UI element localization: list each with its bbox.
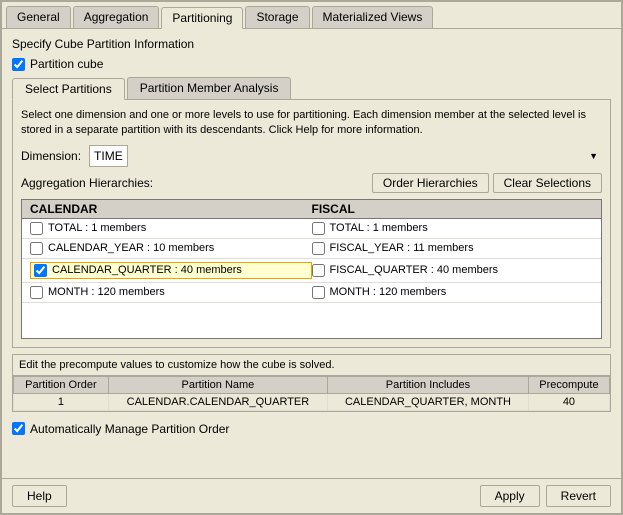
hier-cell-left-2: CALENDAR_QUARTER : 40 members <box>30 262 312 279</box>
aggregation-hierarchies-row: Aggregation Hierarchies: Order Hierarchi… <box>21 173 602 193</box>
description-text: Select one dimension and one or more lev… <box>21 108 602 139</box>
bottom-right-buttons: Apply Revert <box>480 485 611 507</box>
table-row: CALENDAR_YEAR : 10 members FISCAL_YEAR :… <box>22 239 601 259</box>
partition-table: Partition Order Partition Name Partition… <box>13 376 610 411</box>
clear-selections-button[interactable]: Clear Selections <box>493 173 602 193</box>
partition-cube-checkbox[interactable] <box>12 58 25 71</box>
hier-cell-left-3: MONTH : 120 members <box>30 286 312 299</box>
auto-manage-label: Automatically Manage Partition Order <box>30 422 229 436</box>
partition-info-section: Edit the precompute values to customize … <box>12 354 611 412</box>
help-button[interactable]: Help <box>12 485 67 507</box>
cell-name-0: CALENDAR.CALENDAR_QUARTER <box>108 393 327 410</box>
col-header-name: Partition Name <box>108 376 327 393</box>
cell-includes-0: CALENDAR_QUARTER, MONTH <box>328 393 529 410</box>
hier-cell-left-0: TOTAL : 1 members <box>30 222 312 235</box>
partition-info-title: Edit the precompute values to customize … <box>13 355 610 376</box>
dimension-row: Dimension: TIME <box>21 145 602 167</box>
table-row: 1 CALENDAR.CALENDAR_QUARTER CALENDAR_QUA… <box>14 393 610 410</box>
partition-cube-row: Partition cube <box>12 57 611 71</box>
hier-checkbox-left-2[interactable] <box>34 264 47 277</box>
dialog: General Aggregation Partitioning Storage… <box>0 0 623 515</box>
hier-label-right-0: TOTAL : 1 members <box>330 222 428 234</box>
cell-precompute-0[interactable]: 40 <box>528 393 609 410</box>
hier-col-calendar: CALENDAR <box>30 202 312 216</box>
inner-panel: Select one dimension and one or more lev… <box>12 100 611 348</box>
hier-label-left-2: CALENDAR_QUARTER : 40 members <box>52 264 242 276</box>
hier-label-right-3: MONTH : 120 members <box>330 286 447 298</box>
hierarchies-grid: CALENDAR FISCAL TOTAL : 1 members TOTAL … <box>21 199 602 339</box>
tab-general[interactable]: General <box>6 6 71 28</box>
table-row: MONTH : 120 members MONTH : 120 members <box>22 283 601 303</box>
hier-header: CALENDAR FISCAL <box>22 200 601 219</box>
hier-cell-right-0: TOTAL : 1 members <box>312 222 594 235</box>
bottom-bar: Help Apply Revert <box>2 478 621 513</box>
col-header-includes: Partition Includes <box>328 376 529 393</box>
dimension-label: Dimension: <box>21 149 81 163</box>
apply-button[interactable]: Apply <box>480 485 540 507</box>
inner-tabs: Select Partitions Partition Member Analy… <box>12 77 611 100</box>
inner-tabs-container: Select Partitions Partition Member Analy… <box>12 77 611 348</box>
tab-select-partitions[interactable]: Select Partitions <box>12 78 125 100</box>
hier-label-left-3: MONTH : 120 members <box>48 286 165 298</box>
cell-order-0: 1 <box>14 393 109 410</box>
table-row: CALENDAR_QUARTER : 40 members FISCAL_QUA… <box>22 259 601 283</box>
partition-cube-label: Partition cube <box>30 57 103 71</box>
section-title: Specify Cube Partition Information <box>12 37 611 51</box>
top-tabs: General Aggregation Partitioning Storage… <box>2 2 621 29</box>
auto-manage-checkbox[interactable] <box>12 422 25 435</box>
hier-cell-left-1: CALENDAR_YEAR : 10 members <box>30 242 312 255</box>
hier-checkbox-left-3[interactable] <box>30 286 43 299</box>
agg-buttons: Order Hierarchies Clear Selections <box>372 173 602 193</box>
hier-cell-right-3: MONTH : 120 members <box>312 286 594 299</box>
tab-partitioning[interactable]: Partitioning <box>161 7 243 29</box>
hier-cell-right-2: FISCAL_QUARTER : 40 members <box>312 262 594 279</box>
hier-label-left-1: CALENDAR_YEAR : 10 members <box>48 242 214 254</box>
hier-col-fiscal: FISCAL <box>312 202 594 216</box>
hier-checkbox-right-0[interactable] <box>312 222 325 235</box>
col-header-precompute: Precompute <box>528 376 609 393</box>
revert-button[interactable]: Revert <box>546 485 611 507</box>
hier-checkbox-left-1[interactable] <box>30 242 43 255</box>
col-header-order: Partition Order <box>14 376 109 393</box>
hier-checkbox-right-3[interactable] <box>312 286 325 299</box>
table-row: TOTAL : 1 members TOTAL : 1 members <box>22 219 601 239</box>
hier-checkbox-right-1[interactable] <box>312 242 325 255</box>
hier-checkbox-left-0[interactable] <box>30 222 43 235</box>
hier-label-left-0: TOTAL : 1 members <box>48 222 146 234</box>
tab-aggregation[interactable]: Aggregation <box>73 6 160 28</box>
dimension-select-wrapper: TIME <box>89 145 602 167</box>
aggregation-hierarchies-label: Aggregation Hierarchies: <box>21 176 153 190</box>
tab-partition-member-analysis[interactable]: Partition Member Analysis <box>127 77 292 99</box>
dimension-select[interactable]: TIME <box>89 145 128 167</box>
order-hierarchies-button[interactable]: Order Hierarchies <box>372 173 489 193</box>
tab-storage[interactable]: Storage <box>245 6 309 28</box>
auto-manage-row: Automatically Manage Partition Order <box>12 418 611 440</box>
hier-label-right-1: FISCAL_YEAR : 11 members <box>330 242 474 254</box>
hier-checkbox-right-2[interactable] <box>312 264 325 277</box>
main-content: Specify Cube Partition Information Parti… <box>2 29 621 478</box>
hier-cell-right-1: FISCAL_YEAR : 11 members <box>312 242 594 255</box>
hier-label-right-2: FISCAL_QUARTER : 40 members <box>330 264 499 276</box>
tab-materialized-views[interactable]: Materialized Views <box>312 6 434 28</box>
